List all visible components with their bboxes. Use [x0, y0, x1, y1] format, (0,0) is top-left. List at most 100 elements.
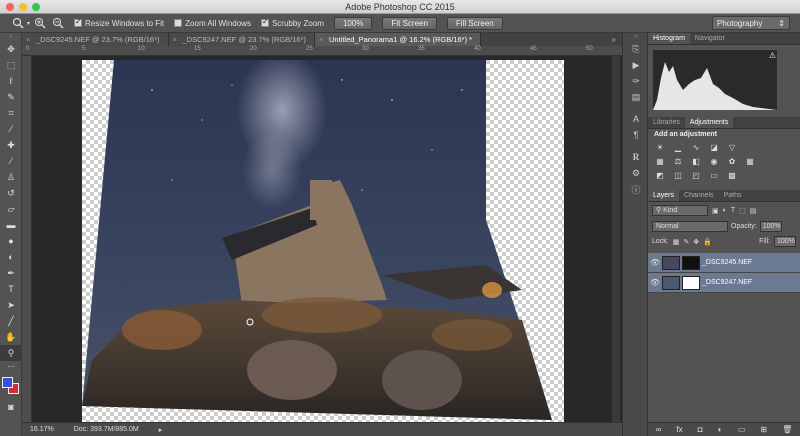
close-tab-icon[interactable]: × — [26, 33, 30, 46]
filter-shape-icon[interactable]: ⬚ — [739, 207, 746, 215]
lock-position-icon[interactable]: ✥ — [693, 238, 699, 246]
actions-play-icon[interactable]: ▶ — [623, 57, 649, 73]
filter-adjust-icon[interactable]: ◐ — [723, 207, 727, 214]
tab-dsc9247[interactable]: × _DSC9247.NEF @ 23.7% (RGB/16*) — [168, 33, 315, 46]
close-tab-icon[interactable]: × — [173, 33, 177, 46]
hue-saturation-icon[interactable]: ▦ — [654, 157, 666, 167]
lock-all-icon[interactable]: 🔒 — [703, 238, 712, 246]
layer-name[interactable]: _DSC9247.NEF — [702, 279, 752, 286]
paragraph-icon[interactable]: ¶ — [623, 127, 649, 143]
eyedropper-tool-icon[interactable]: ⁄ — [0, 121, 22, 137]
levels-icon[interactable]: ▁ — [672, 143, 684, 153]
tabs-overflow-icon[interactable]: » — [606, 33, 622, 46]
fill-field[interactable]: 100% — [774, 236, 796, 247]
adjust-icon[interactable]: ⚙ — [623, 165, 649, 181]
camera-raw-icon[interactable]: R — [623, 149, 649, 165]
warning-icon[interactable]: ⚠ — [769, 51, 776, 60]
lock-transparent-icon[interactable]: ▦ — [673, 238, 680, 246]
color-lookup-icon[interactable]: ▦ — [744, 157, 756, 167]
tab-adjustments[interactable]: Adjustments — [684, 117, 734, 128]
layer-row[interactable]: 👁 _DSC9247.NEF — [648, 273, 800, 293]
dodge-tool-icon[interactable]: ◐ — [0, 249, 22, 265]
layer-filter-select[interactable]: ⚲ Kind — [652, 205, 708, 216]
crop-tool-icon[interactable]: ⌗ — [0, 105, 22, 121]
status-menu-icon[interactable]: ▸ — [159, 426, 163, 434]
character-icon[interactable]: A — [623, 111, 649, 127]
delete-layer-icon[interactable]: 🗑 — [782, 425, 792, 434]
blend-mode-select[interactable]: Normal — [652, 221, 728, 232]
foreground-color-swatch[interactable] — [2, 377, 13, 388]
clone-stamp-icon[interactable]: ♙ — [0, 169, 22, 185]
fit-screen-button[interactable]: Fit Screen — [382, 16, 437, 30]
tab-navigator[interactable]: Navigator — [690, 33, 730, 44]
hand-tool-icon[interactable]: ✋ — [0, 329, 22, 345]
new-layer-icon[interactable]: ⊞ — [760, 425, 767, 434]
properties-icon[interactable]: ▤ — [623, 89, 649, 105]
add-mask-icon[interactable]: ◘ — [698, 425, 703, 434]
path-select-icon[interactable]: ➤ — [0, 297, 22, 313]
layer-row[interactable]: 👁 _DSC9245.NEF — [648, 253, 800, 273]
visibility-eye-icon[interactable]: 👁 — [648, 258, 662, 267]
workspace-select[interactable]: Photography ⇕ — [712, 16, 790, 30]
shape-tool-icon[interactable]: ╱ — [0, 313, 22, 329]
selective-color-icon[interactable]: ▩ — [726, 171, 738, 181]
zoom-tool-icon-active[interactable]: ⚲ — [0, 345, 22, 361]
invert-icon[interactable]: ◩ — [654, 171, 666, 181]
scrubby-zoom-checkbox[interactable]: Scrubby Zoom — [260, 17, 324, 28]
filter-pixel-icon[interactable]: ▣ — [712, 207, 719, 215]
close-tab-icon[interactable]: × — [319, 33, 323, 46]
curves-icon[interactable]: ∿ — [690, 143, 702, 153]
black-white-icon[interactable]: ◧ — [690, 157, 702, 167]
edit-toolbar-icon[interactable]: ⋯ — [0, 361, 22, 373]
history-icon[interactable]: ⎘ — [623, 41, 649, 57]
info-icon[interactable]: ⓘ — [623, 181, 649, 197]
zoom-tool-icon[interactable]: ▾ — [12, 17, 30, 29]
quick-select-tool-icon[interactable]: ✎ — [0, 89, 22, 105]
vibrance-icon[interactable]: ▽ — [726, 143, 738, 153]
opacity-field[interactable]: 100% — [759, 221, 782, 232]
exposure-icon[interactable]: ◪ — [708, 143, 720, 153]
fill-screen-button[interactable]: Fill Screen — [446, 16, 503, 30]
zoom-all-windows-checkbox[interactable]: Zoom All Windows — [174, 19, 251, 28]
history-brush-icon[interactable]: ↺ — [0, 185, 22, 201]
type-tool-icon[interactable]: T — [0, 281, 22, 297]
layer-mask-thumbnail[interactable] — [682, 255, 700, 270]
lasso-tool-icon[interactable]: ℓ — [0, 73, 22, 89]
new-group-icon[interactable]: ▭ — [738, 425, 746, 434]
zoom-in-icon[interactable] — [34, 17, 46, 29]
link-layers-icon[interactable]: ∞ — [656, 425, 662, 434]
channel-mixer-icon[interactable]: ✿ — [726, 157, 738, 167]
healing-brush-icon[interactable]: ✚ — [0, 137, 22, 153]
zoom-level[interactable]: 16.17% — [30, 426, 54, 433]
tab-panorama[interactable]: × Untitled_Panorama1 @ 16.2% (RGB/16*) * — [315, 33, 482, 46]
gradient-tool-icon[interactable]: ▬ — [0, 217, 22, 233]
color-balance-icon[interactable]: ⚖ — [672, 157, 684, 167]
resize-windows-checkbox[interactable]: Resize Windows to Fit — [74, 17, 164, 28]
eraser-tool-icon[interactable]: ▱ — [0, 201, 22, 217]
gradient-map-icon[interactable]: ▭ — [708, 171, 720, 181]
photo-filter-icon[interactable]: ◉ — [708, 157, 720, 167]
posterize-icon[interactable]: ◫ — [672, 171, 684, 181]
marquee-tool-icon[interactable]: ⬚ — [0, 57, 22, 73]
brightness-icon[interactable]: ☀ — [654, 143, 666, 153]
filter-type-icon[interactable]: T — [731, 207, 735, 214]
layer-style-icon[interactable]: fx — [676, 425, 682, 434]
tab-channels[interactable]: Channels — [679, 190, 719, 201]
lock-image-icon[interactable]: ✎ — [683, 238, 689, 246]
zoom-out-icon[interactable] — [52, 17, 64, 29]
brush-tool-icon[interactable]: ∕ — [0, 153, 22, 169]
tab-libraries[interactable]: Libraries — [648, 117, 685, 128]
collapse-strip-icon[interactable]: « — [623, 33, 649, 41]
pen-tool-icon[interactable]: ✒ — [0, 265, 22, 281]
layer-mask-thumbnail[interactable] — [682, 275, 700, 290]
visibility-eye-icon[interactable]: 👁 — [648, 278, 662, 287]
color-swatches[interactable] — [0, 373, 22, 399]
canvas-area[interactable] — [32, 56, 622, 422]
tab-dsc9245[interactable]: × _DSC9245.NEF @ 23.7% (RGB/16*) — [22, 33, 169, 46]
color-picker-icon[interactable]: ✑ — [623, 73, 649, 89]
layer-name[interactable]: _DSC9245.NEF — [702, 259, 752, 266]
filter-smart-icon[interactable]: ▤ — [750, 207, 757, 215]
vertical-scrollbar[interactable] — [612, 56, 620, 422]
tab-paths[interactable]: Paths — [719, 190, 747, 201]
zoom-100-button[interactable]: 100% — [333, 16, 373, 30]
